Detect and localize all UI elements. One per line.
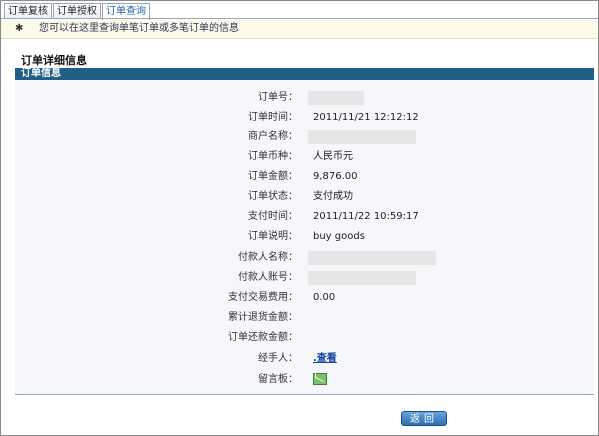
redacted-value [308,271,416,285]
field-value: 人民币元 [313,151,353,162]
field-value: buy goods [313,231,365,242]
field-row-currency: 订单币种： 人民币元 [15,147,594,167]
field-label: 订单号： [258,92,298,103]
field-label: 经手人： [258,353,298,364]
field-row-status: 订单状态： 支付成功 [15,187,594,207]
field-row-order-number: 订单号： [15,88,594,108]
field-row-payer-account: 付款人账号： [15,268,594,288]
tab-divider [1,18,598,19]
back-button[interactable]: 返回 [401,411,447,426]
field-label: 订单还款金额： [228,332,298,343]
field-label: 商户名称： [248,131,298,142]
field-label: 累计退货金额： [228,312,298,323]
field-label: 订单状态： [248,191,298,202]
field-label: 支付时间： [248,211,298,222]
field-row-handler: 经手人： .查看 [15,349,594,369]
message-icon[interactable] [313,373,327,385]
view-handler-link[interactable]: .查看 [313,349,337,369]
field-label: 订单币种： [248,151,298,162]
field-label: 付款人名称： [238,252,298,263]
section-header-bar: 订单信息 [15,68,594,80]
field-label: 留言板： [258,374,298,385]
field-label: 付款人账号： [238,272,298,283]
field-value: 支付成功 [313,191,353,202]
field-row-repayment-amount: 订单还款金额： [15,328,594,348]
tab-bar: 订单复核 订单授权 订单查询 [4,3,598,20]
field-row-transaction-fee: 支付交易费用： 0.00 [15,288,594,308]
field-value: 2011/11/22 10:59:17 [313,211,419,222]
field-value: 0.00 [313,292,336,303]
field-row-payer-name: 付款人名称： [15,248,594,268]
notice-bar: ✱ 您可以在这里查询单笔订单或多笔订单的信息 [1,20,598,39]
tab-order-authorize[interactable]: 订单授权 [53,3,101,19]
pin-icon: ✱ [15,23,24,34]
tab-order-review[interactable]: 订单复核 [4,3,52,19]
redacted-value [308,251,436,265]
field-row-refund-total: 累计退货金额： [15,308,594,328]
field-row-description: 订单说明： buy goods [15,227,594,247]
notice-text: 您可以在这里查询单笔订单或多笔订单的信息 [39,23,239,34]
order-detail-panel: 订单号： 订单时间： 2011/11/21 12:12:12 商户名称： 订单币… [15,80,594,395]
field-label: 支付交易费用： [228,292,298,303]
field-row-payment-time: 支付时间： 2011/11/22 10:59:17 [15,207,594,227]
field-row-order-time: 订单时间： 2011/11/21 12:12:12 [15,108,594,128]
field-row-message-board: 留言板： [15,370,594,390]
field-value: 9,876.00 [313,171,358,182]
field-row-amount: 订单金额： 9,876.00 [15,167,594,187]
field-label: 订单时间： [248,112,298,123]
redacted-value [308,130,416,144]
field-value: 2011/11/21 12:12:12 [313,112,419,123]
page-title: 订单详细信息 [21,54,87,67]
field-label: 订单金额： [248,171,298,182]
field-label: 订单说明： [248,231,298,242]
window-frame: 订单复核 订单授权 订单查询 ✱ 您可以在这里查询单笔订单或多笔订单的信息 订单… [0,0,599,436]
redacted-value [308,91,364,105]
field-row-merchant-name: 商户名称： [15,127,594,147]
